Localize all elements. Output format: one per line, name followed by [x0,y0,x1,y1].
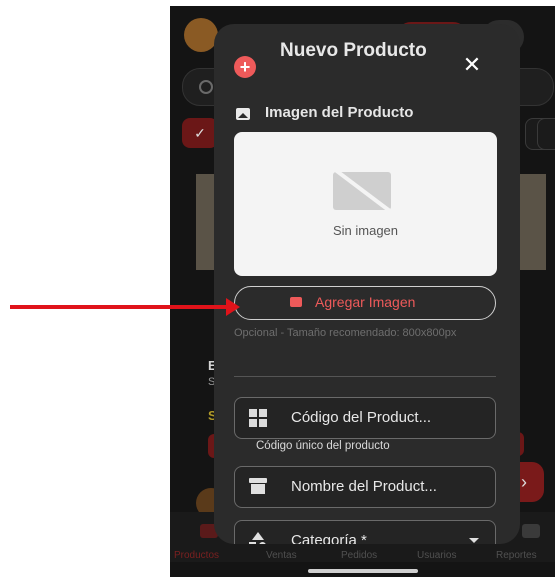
product-name-field[interactable]: Nombre del Product... [234,466,496,508]
image-icon [236,108,250,120]
product-code-label: Código del Product... [291,409,432,426]
add-circle-icon: + [234,56,256,78]
dialog-title: Nuevo Producto [280,40,427,61]
nav-item-ventas[interactable]: Ventas [266,550,297,561]
category-select[interactable]: Categoría * [234,520,496,544]
nav-item-usuarios[interactable]: Usuarios [417,550,456,561]
add-image-label: Agregar Imagen [315,294,416,310]
filter-chip[interactable] [537,118,555,150]
chevron-down-icon[interactable] [469,538,479,543]
new-product-dialog: + Nuevo Producto ✕ Imagen del Producto S… [214,24,520,544]
product-card-image [520,174,546,270]
close-icon[interactable]: ✕ [459,52,485,78]
no-image-text: Sin imagen [332,223,399,238]
qr-code-icon [249,409,267,427]
nav-item-reportes[interactable]: Reportes [496,550,537,561]
search-icon [199,80,213,94]
image-hint: Opcional - Tamaño recomendado: 800x800px [234,327,457,339]
inventory-box-icon [249,478,267,496]
nav-item-pedidos[interactable]: Pedidos [341,550,377,561]
app-logo [184,18,218,52]
category-label: Categoría * [291,532,367,544]
home-indicator [308,569,418,573]
category-icon [249,532,267,544]
divider [234,376,496,377]
add-image-button[interactable]: Agregar Imagen [234,286,496,320]
product-code-field[interactable]: Código del Product... [234,397,496,439]
nav-item-productos[interactable]: Productos [174,550,219,561]
image-section-label: Imagen del Producto [265,104,414,121]
annotation-arrow [10,305,228,309]
product-name-label: Nombre del Product... [291,478,437,495]
add-photo-icon [290,297,302,307]
image-preview: Sin imagen [234,132,497,276]
product-code-helper: Código único del producto [256,440,390,452]
filter-chip-selected[interactable]: ✓ [182,118,218,148]
phone-screen: ? ✓ E S S › Productos Ventas Pedidos Usu… [170,6,555,577]
reports-nav-icon [522,524,540,538]
annotation-arrow-head [226,298,240,316]
